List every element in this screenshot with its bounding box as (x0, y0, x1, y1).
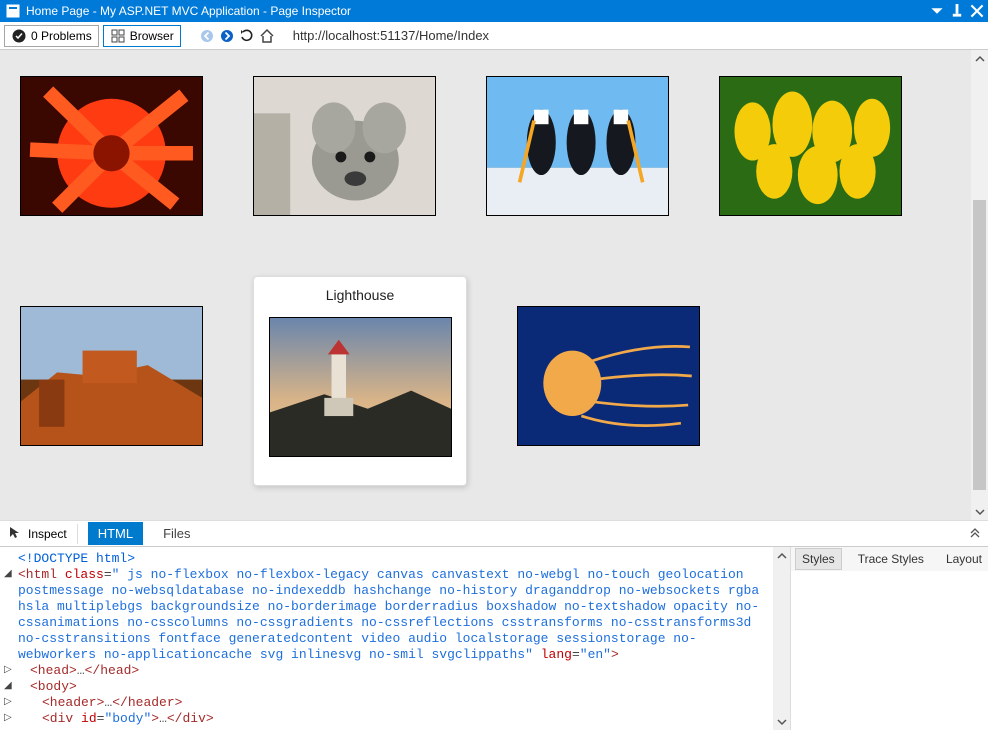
window-menu-button[interactable] (930, 4, 944, 18)
browser-viewport: Lighthouse (0, 50, 988, 520)
gallery-thumb[interactable] (517, 306, 700, 446)
inspect-button[interactable]: Inspect (8, 525, 67, 542)
gallery-thumb[interactable] (20, 76, 203, 216)
scroll-up-button[interactable] (971, 50, 988, 67)
viewport-scrollbar[interactable] (971, 50, 988, 520)
code-line: <head>…</head> (18, 663, 767, 679)
html-code-viewer[interactable]: ◢ ▷ ◢ ▷ ▷ <!DOCTYPE html> <html class=" … (0, 547, 773, 730)
gallery-thumb[interactable] (269, 317, 452, 457)
gallery-thumb[interactable] (486, 76, 669, 216)
side-panel-content (791, 571, 988, 730)
gallery-thumb[interactable] (253, 76, 436, 216)
scroll-thumb[interactable] (973, 200, 986, 490)
address-bar[interactable]: http://localhost:51137/Home/Index (287, 26, 980, 45)
problems-button[interactable]: 0 Problems (4, 25, 99, 47)
gallery-thumb[interactable] (20, 306, 203, 446)
side-tab-trace-styles[interactable]: Trace Styles (852, 549, 930, 569)
side-tabs: Styles Trace Styles Layout Att (791, 547, 988, 571)
close-button[interactable] (970, 4, 984, 18)
code-line: <body> (18, 679, 767, 695)
side-tab-layout[interactable]: Layout (940, 549, 988, 569)
forward-button[interactable] (219, 28, 235, 44)
check-circle-icon (11, 28, 27, 44)
code-scroll-down[interactable] (773, 713, 790, 730)
browser-toggle[interactable]: Browser (103, 25, 181, 47)
back-button[interactable] (199, 28, 215, 44)
gallery-card-selected[interactable]: Lighthouse (253, 276, 467, 486)
window-title: Home Page - My ASP.NET MVC Application -… (26, 4, 351, 18)
home-button[interactable] (259, 28, 275, 44)
gallery: Lighthouse (0, 50, 988, 512)
toolbar: 0 Problems Browser http://localhost:5113… (0, 22, 988, 50)
browser-label: Browser (130, 29, 174, 43)
code-line: <div id="body">…</div> (18, 711, 767, 727)
inspector-icon (6, 4, 20, 18)
gallery-thumb[interactable] (719, 76, 902, 216)
grid-icon (110, 28, 126, 44)
side-panel: Styles Trace Styles Layout Att (790, 547, 988, 730)
code-line: <html class=" js no-flexbox no-flexbox-l… (18, 567, 767, 663)
code-gutter: ◢ ▷ ◢ ▷ ▷ (4, 551, 16, 727)
code-scrollbar[interactable] (773, 547, 790, 730)
devtools-tabsbar: Inspect HTML Files (0, 520, 988, 546)
problems-label: 0 Problems (31, 29, 92, 43)
devtools-panel: ◢ ▷ ◢ ▷ ▷ <!DOCTYPE html> <html class=" … (0, 546, 988, 730)
code-line: <header>…</header> (18, 695, 767, 711)
code-line: <!DOCTYPE html> (18, 551, 135, 566)
inspect-label: Inspect (28, 527, 67, 541)
tab-files[interactable]: Files (153, 522, 200, 545)
scroll-down-button[interactable] (971, 503, 988, 520)
titlebar: Home Page - My ASP.NET MVC Application -… (0, 0, 988, 22)
code-scroll-up[interactable] (773, 547, 790, 564)
cursor-icon (8, 525, 22, 542)
collapse-panel-button[interactable] (968, 525, 982, 542)
refresh-button[interactable] (239, 28, 255, 44)
card-title: Lighthouse (326, 287, 395, 303)
pin-button[interactable] (950, 4, 964, 18)
side-tab-styles[interactable]: Styles (795, 548, 842, 570)
tab-html[interactable]: HTML (88, 522, 143, 545)
